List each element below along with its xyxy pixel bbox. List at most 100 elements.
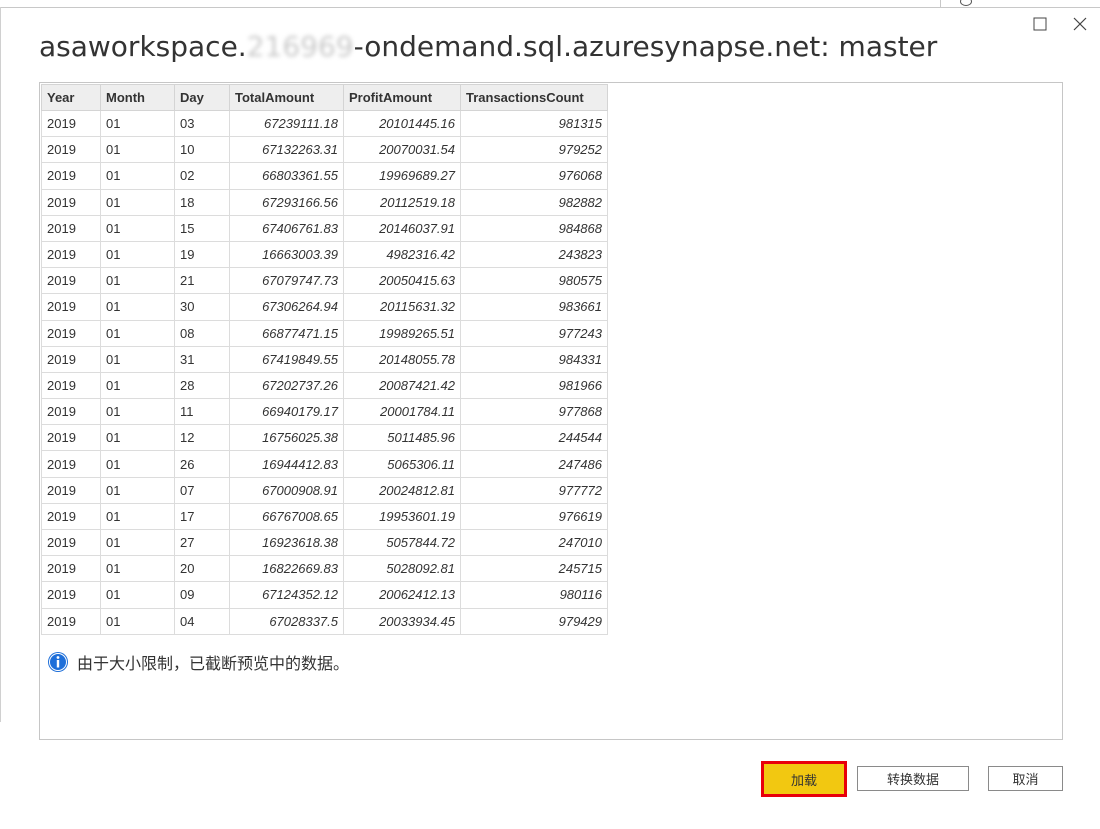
cell-total-amount: 16822669.83	[229, 555, 344, 583]
cell-month: 01	[100, 319, 175, 347]
load-button[interactable]: 加载	[761, 761, 847, 797]
cell-day: 15	[174, 214, 230, 242]
cell-month: 01	[100, 371, 175, 400]
cell-total-amount: 67239111.18	[229, 109, 344, 138]
cell-year: 2019	[41, 136, 101, 164]
cell-total-amount: 16756025.38	[229, 424, 344, 452]
cell-total-amount: 67028337.5	[229, 607, 344, 635]
cell-day: 08	[174, 319, 230, 347]
title-prefix: asaworkspace.	[39, 30, 247, 63]
cell-year: 2019	[41, 109, 101, 138]
cell-day: 20	[174, 555, 230, 583]
cell-day: 21	[174, 267, 230, 295]
cell-profit-amount: 5065306.11	[343, 450, 461, 478]
cell-month: 01	[100, 502, 175, 531]
table-row: 2019 01 03 67239111.18 20101445.16 981315	[41, 109, 608, 138]
table-row: 2019 01 09 67124352.12 20062412.13 980116	[41, 581, 608, 609]
table-row: 2019 01 11 66940179.17 20001784.11 977868	[41, 398, 608, 426]
cell-year: 2019	[41, 214, 101, 242]
cell-profit-amount: 20001784.11	[343, 398, 461, 426]
cell-year: 2019	[41, 188, 101, 216]
table-row: 2019 01 30 67306264.94 20115631.32 983661	[41, 293, 608, 321]
navigator-dialog: asaworkspace.216969-ondemand.sql.azuresy…	[0, 0, 1100, 829]
truncation-message: 由于大小限制，已截断预览中的数据。	[77, 656, 350, 673]
background-window-separator	[940, 0, 941, 7]
cell-transactions-count: 980575	[460, 267, 608, 295]
table-row: 2019 01 26 16944412.83 5065306.11 247486	[41, 450, 608, 478]
cell-day: 02	[174, 162, 230, 190]
cell-month: 01	[100, 345, 175, 373]
cell-profit-amount: 20148055.78	[343, 345, 461, 373]
column-header-transactions-count: TransactionsCount	[460, 84, 608, 111]
cell-profit-amount: 20146037.91	[343, 214, 461, 242]
close-button[interactable]	[1068, 12, 1092, 36]
maximize-icon	[1033, 17, 1047, 31]
cell-day: 19	[174, 240, 230, 269]
cell-month: 01	[100, 607, 175, 635]
transform-data-button[interactable]: 转换数据	[857, 766, 969, 791]
data-preview-panel: Year Month Day TotalAmount ProfitAmount …	[39, 82, 1063, 740]
table-row: 2019 01 18 67293166.56 20112519.18 982882	[41, 188, 608, 216]
cell-profit-amount: 19969689.27	[343, 162, 461, 190]
cell-transactions-count: 979252	[460, 136, 608, 164]
cell-day: 12	[174, 424, 230, 452]
title-redacted: 216969	[246, 30, 354, 63]
cell-total-amount: 67293166.56	[229, 188, 344, 216]
cell-total-amount: 66767008.65	[229, 502, 344, 531]
cell-transactions-count: 980116	[460, 581, 608, 609]
cell-day: 17	[174, 502, 230, 531]
cell-profit-amount: 20101445.16	[343, 109, 461, 138]
cell-month: 01	[100, 424, 175, 452]
truncation-notice: 由于大小限制，已截断预览中的数据。	[47, 650, 349, 674]
cell-profit-amount: 20033934.45	[343, 607, 461, 635]
cell-total-amount: 67124352.12	[229, 581, 344, 609]
cell-transactions-count: 247010	[460, 528, 608, 557]
table-row: 2019 01 15 67406761.83 20146037.91 984868	[41, 214, 608, 242]
cell-total-amount: 16923618.38	[229, 528, 344, 557]
cell-day: 26	[174, 450, 230, 478]
cell-month: 01	[100, 555, 175, 583]
table-row: 2019 01 04 67028337.5 20033934.45 979429	[41, 607, 608, 635]
cancel-button[interactable]: 取消	[988, 766, 1063, 791]
cell-year: 2019	[41, 240, 101, 269]
cell-total-amount: 66877471.15	[229, 319, 344, 347]
cell-day: 28	[174, 371, 230, 400]
cell-transactions-count: 247486	[460, 450, 608, 478]
cell-month: 01	[100, 293, 175, 321]
cell-year: 2019	[41, 581, 101, 609]
cell-transactions-count: 984868	[460, 214, 608, 242]
cell-total-amount: 67000908.91	[229, 476, 344, 504]
dialog-title: asaworkspace.216969-ondemand.sql.azuresy…	[39, 30, 937, 63]
cell-transactions-count: 981966	[460, 371, 608, 400]
close-icon	[1073, 17, 1087, 31]
cell-profit-amount: 20024812.81	[343, 476, 461, 504]
cell-profit-amount: 4982316.42	[343, 240, 461, 269]
cell-profit-amount: 20115631.32	[343, 293, 461, 321]
cell-month: 01	[100, 109, 175, 138]
table-row: 2019 01 07 67000908.91 20024812.81 977772	[41, 476, 608, 504]
cell-profit-amount: 20050415.63	[343, 267, 461, 295]
cell-total-amount: 66940179.17	[229, 398, 344, 426]
cell-day: 11	[174, 398, 230, 426]
cell-transactions-count: 982882	[460, 188, 608, 216]
table-row: 2019 01 17 66767008.65 19953601.19 976619	[41, 502, 608, 531]
cell-total-amount: 67406761.83	[229, 214, 344, 242]
table-row: 2019 01 27 16923618.38 5057844.72 247010	[41, 528, 608, 557]
table-row: 2019 01 02 66803361.55 19969689.27 976068	[41, 162, 608, 190]
cell-month: 01	[100, 528, 175, 557]
cell-day: 03	[174, 109, 230, 138]
window-top-edge	[0, 0, 1100, 8]
data-preview-table: Year Month Day TotalAmount ProfitAmount …	[41, 84, 608, 635]
cell-year: 2019	[41, 162, 101, 190]
cell-day: 27	[174, 528, 230, 557]
table-row: 2019 01 12 16756025.38 5011485.96 244544	[41, 424, 608, 452]
cell-year: 2019	[41, 476, 101, 504]
maximize-button[interactable]	[1028, 12, 1052, 36]
cell-profit-amount: 5028092.81	[343, 555, 461, 583]
cell-total-amount: 67079747.73	[229, 267, 344, 295]
table-header-row: Year Month Day TotalAmount ProfitAmount …	[41, 84, 608, 111]
cell-month: 01	[100, 162, 175, 190]
cell-transactions-count: 243823	[460, 240, 608, 269]
cell-total-amount: 16663003.39	[229, 240, 344, 269]
column-header-year: Year	[41, 84, 101, 111]
